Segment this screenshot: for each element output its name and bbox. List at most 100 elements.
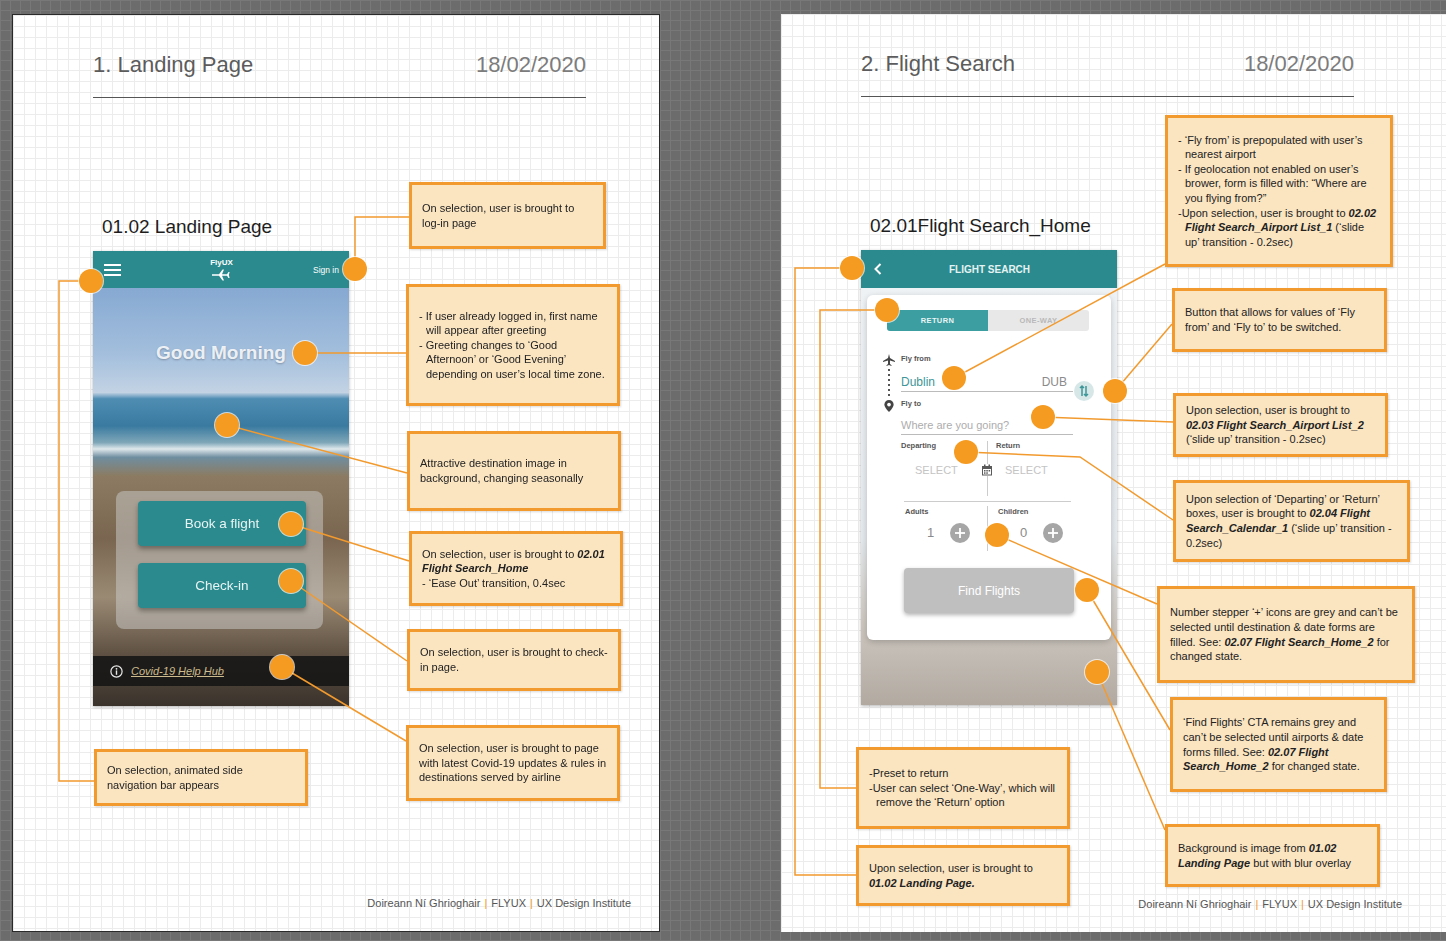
annotation-box: On selection, user is brought to 02.01 F… <box>409 531 623 606</box>
plane-icon <box>211 269 231 281</box>
connector-line <box>966 452 1173 520</box>
annotation-text: - ‘Fly from’ is prepopulated with user’s… <box>1178 133 1380 162</box>
annotation-text: ‘Find Flights’ CTA remains grey and can’… <box>1183 715 1374 773</box>
trip-type-toggle: RETURNONE-WAY <box>887 310 1089 331</box>
annotation-box: Upon selection, user is brought to 02.03… <box>1173 393 1388 457</box>
help-link[interactable]: Covid-19 Help Hub <box>131 665 224 677</box>
info-icon <box>110 665 123 678</box>
footer-school: UX Design Institute <box>537 897 631 909</box>
marker-dot <box>270 655 294 679</box>
from-field[interactable]: Dublin DUB <box>901 374 1073 392</box>
marker-dot <box>985 523 1009 547</box>
app-header: FlyUX Sign in <box>93 251 349 288</box>
app-header: FLIGHT SEARCH <box>861 250 1117 288</box>
connector-line <box>1115 324 1172 391</box>
route-fields: Fly from Dublin DUB Fly to Where are you… <box>867 354 1111 435</box>
number-stepper: 0 <box>998 523 1073 543</box>
page-footer: Doireann Ní Ghrioghair | FLYUX | UX Desi… <box>367 897 631 909</box>
marker-dot <box>954 440 978 464</box>
annotation-box: On selection, user is brought to page wi… <box>406 725 620 801</box>
passenger-count: 0 <box>1020 523 1027 543</box>
annotation-text: - If user already logged in, first name … <box>419 309 607 338</box>
sign-in-link[interactable]: Sign in <box>313 265 339 275</box>
date-field[interactable]: Return SELECT <box>987 441 1073 496</box>
connector-line <box>954 264 1165 378</box>
number-stepper: 1 <box>905 523 987 543</box>
back-icon[interactable] <box>874 263 882 275</box>
date-value: SELECT <box>996 463 1073 477</box>
trip-type-option[interactable]: RETURN <box>887 310 988 331</box>
annotation-text: Upon selection, user is brought to 02.03… <box>1186 403 1375 447</box>
annotation-box: Number stepper ‘+’ icons are grey and ca… <box>1157 586 1415 683</box>
logo-text: FlyUX <box>210 258 233 267</box>
connector-line <box>291 524 409 561</box>
marker-dot <box>1031 405 1055 429</box>
menu-icon[interactable] <box>104 264 121 276</box>
annotation-text: Attractive destination image in backgrou… <box>420 456 608 485</box>
marker-dot <box>1075 578 1099 602</box>
annotation-box: ‘Find Flights’ CTA remains grey and can’… <box>1170 697 1387 792</box>
logo: FlyUX <box>210 258 233 281</box>
pin-icon <box>884 400 894 412</box>
page-title: 1. Landing Page <box>93 52 253 78</box>
marker-dot <box>279 569 303 593</box>
header-title: FLIGHT SEARCH <box>949 264 1030 275</box>
marker-dot <box>1085 660 1109 684</box>
footer-separator: | <box>1255 898 1258 910</box>
annotation-box: On selection, animated side navigation b… <box>94 749 308 806</box>
annotation-text: On selection, user is brought to page wi… <box>419 741 607 785</box>
annotation-box: On selection, user is brought to check-i… <box>407 629 621 691</box>
marker-dot <box>279 512 303 536</box>
marker-dot <box>215 413 239 437</box>
annotation-box: Button that allows for values of ‘Fly fr… <box>1172 288 1387 352</box>
dotted-route-icon <box>888 368 890 398</box>
date-label: Return <box>996 441 1073 451</box>
annotation-text: Upon selection of ‘Departing’ or ‘Return… <box>1186 492 1397 550</box>
annotation-box: Background is image from 01.02 Landing P… <box>1165 824 1380 887</box>
connector-line <box>997 535 1157 604</box>
footer-separator: | <box>1301 898 1304 910</box>
blurred-background: RETURNONE-WAY Fly from Dublin DUB Fly to… <box>861 288 1117 705</box>
route-icons <box>882 354 896 412</box>
date-value: SELECT <box>901 463 987 477</box>
plus-icon <box>1043 523 1063 543</box>
marker-dot <box>840 256 864 280</box>
annotation-box: Attractive destination image in backgrou… <box>407 431 621 511</box>
connector-line <box>1097 672 1165 830</box>
trip-type-option[interactable]: ONE-WAY <box>988 310 1089 331</box>
page-date: 18/02/2020 <box>476 52 586 78</box>
connector-line <box>282 667 406 741</box>
connector-line <box>59 281 94 781</box>
annotation-text: - Greeting changes to ‘Good Afternoon’ o… <box>419 338 607 382</box>
marker-dot <box>875 298 899 322</box>
landing-phone: FlyUX Sign in Good Morning Book a flight… <box>93 251 349 706</box>
date-fields: Departing SELECTReturn SELECT <box>901 441 1073 496</box>
passenger-count: 1 <box>927 523 934 543</box>
connector-line <box>227 425 407 473</box>
annotation-box: Upon selection, user is brought to 01.02… <box>856 845 1070 906</box>
swap-icon[interactable] <box>1074 381 1094 401</box>
marker-dot <box>942 366 966 390</box>
footer-author: Doireann Ní Ghrioghair <box>1138 898 1251 910</box>
annotation-box: - If user already logged in, first name … <box>406 284 620 406</box>
help-bar: Covid-19 Help Hub <box>93 656 349 686</box>
connector-line <box>795 268 856 875</box>
footer-school: UX Design Institute <box>1308 898 1402 910</box>
footer-project: FLYUX <box>491 897 526 909</box>
calendar-icon <box>981 464 993 476</box>
annotation-text: - ‘Ease Out’ transition, 0.4sec <box>422 576 610 591</box>
from-value: Dublin <box>901 374 935 390</box>
footer-separator: | <box>484 897 487 909</box>
annotation-text: - If geolocation not enabled on user’s b… <box>1178 162 1380 206</box>
marker-dot <box>293 341 317 365</box>
passenger-label: Children <box>998 507 1073 517</box>
divider <box>904 501 1071 502</box>
screen-title: 02.01Flight Search_Home <box>870 214 1091 238</box>
marker-dot <box>343 257 367 281</box>
search-phone: FLIGHT SEARCH RETURNONE-WAY Fly from Dub… <box>861 250 1117 705</box>
annotation-text: Background is image from 01.02 Landing P… <box>1178 841 1367 870</box>
annotation-text: On selection, user is brought to 02.01 F… <box>422 547 610 576</box>
connector-line <box>1043 417 1173 422</box>
page-title: 2. Flight Search <box>861 51 1015 77</box>
annotation-text: -User can select ‘One-Way’, which will r… <box>869 781 1057 810</box>
